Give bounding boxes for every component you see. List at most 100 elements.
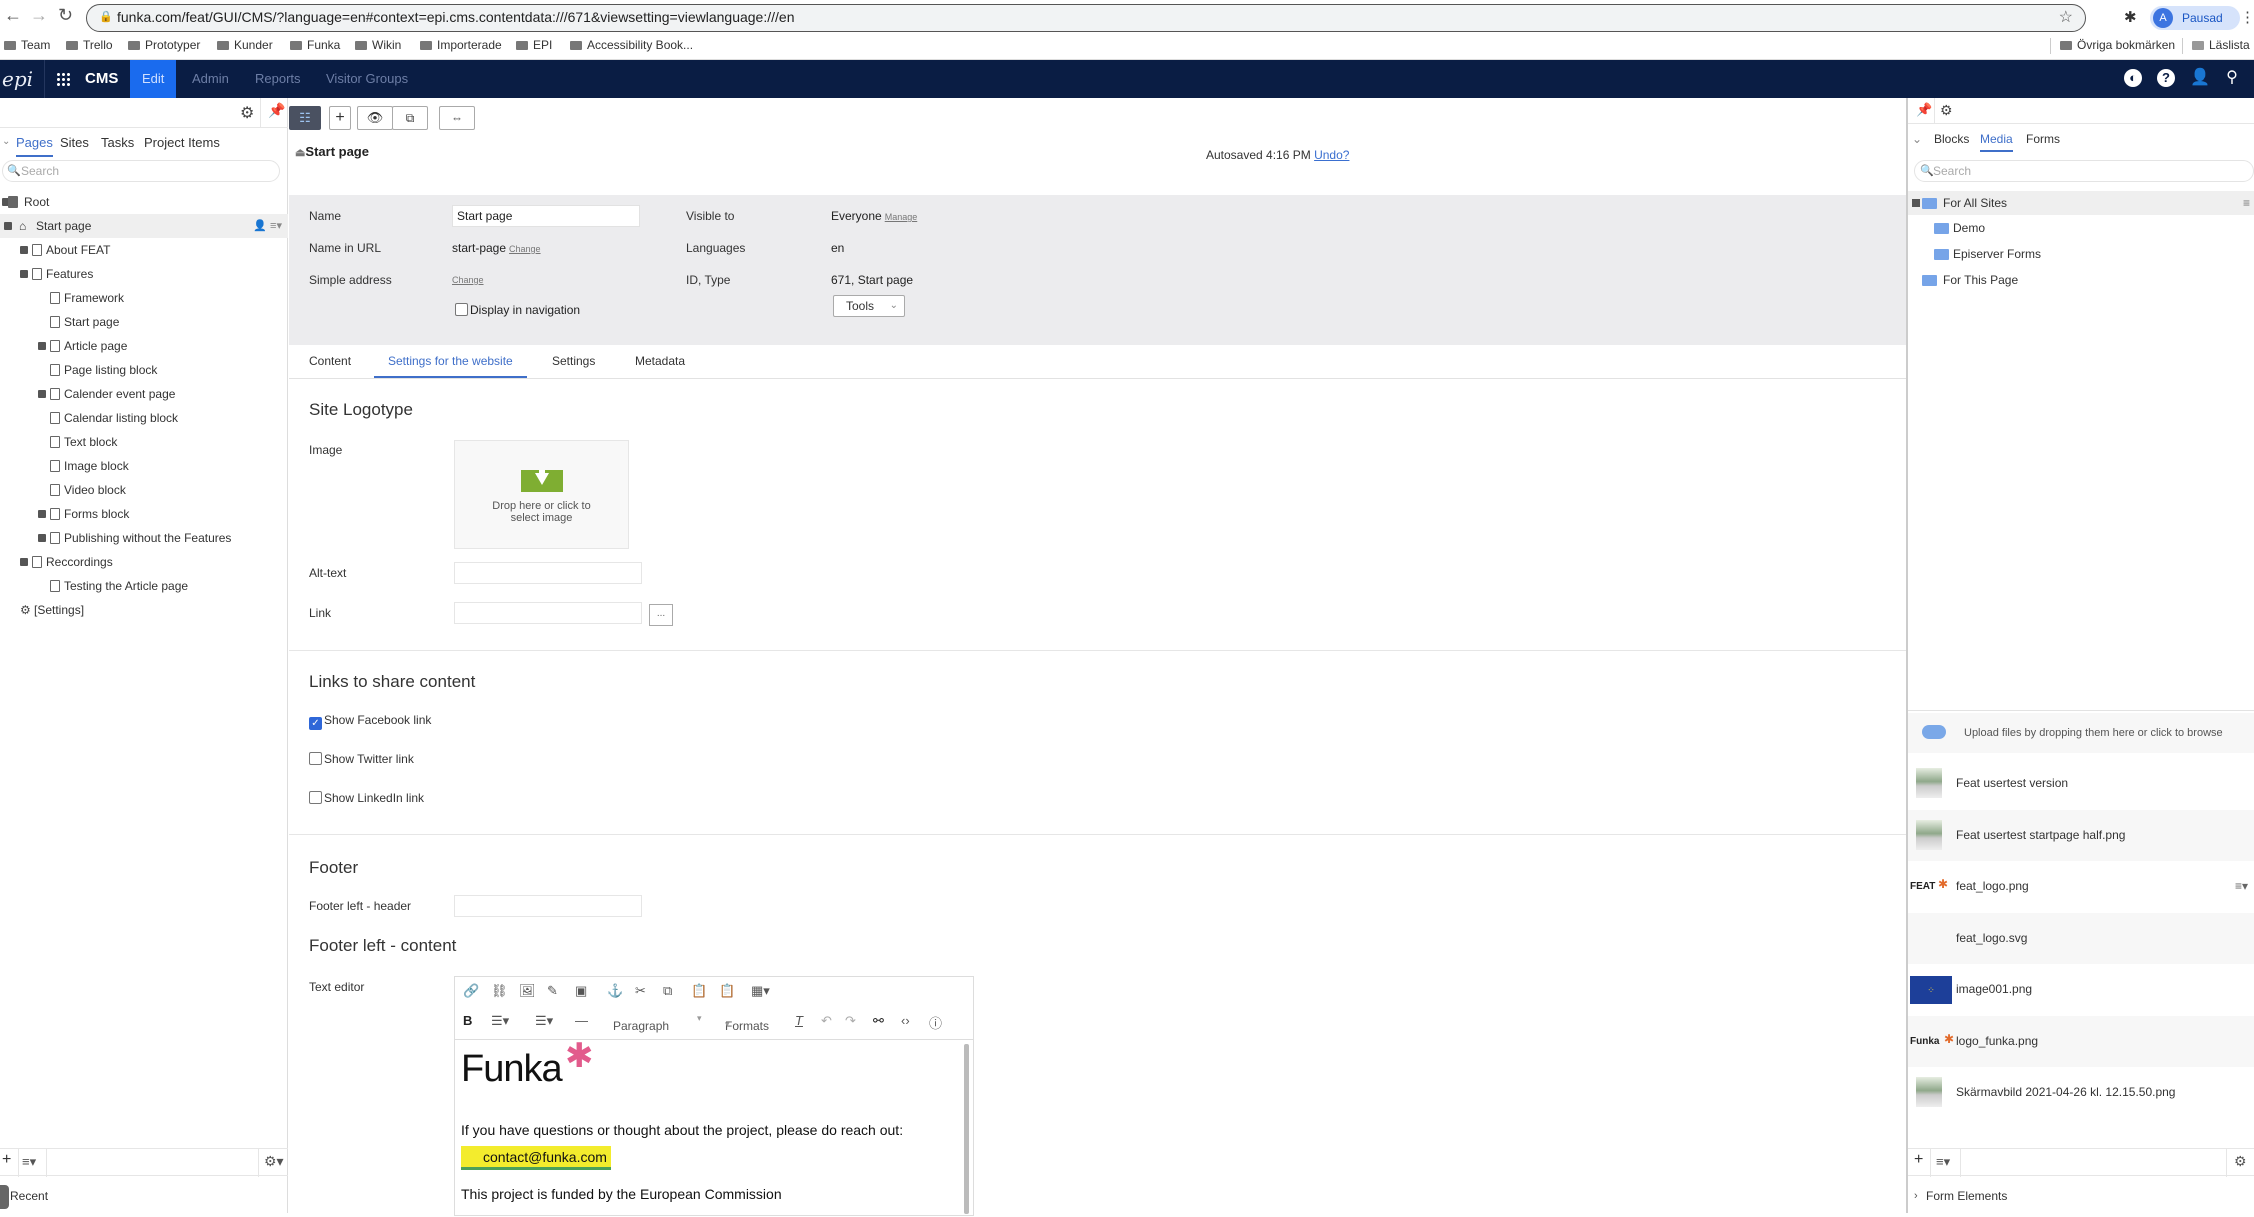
media-item[interactable]: Skärmavbild 2021-04-26 kl. 12.15.50.png	[1908, 1067, 2254, 1118]
extensions-icon[interactable]: ✱	[2124, 8, 2137, 26]
twitter-link-option[interactable]: Show Twitter link	[309, 752, 414, 766]
paste-icon[interactable]: 📋	[691, 983, 707, 999]
back-icon[interactable]: ←	[4, 5, 22, 26]
expand-collapse-icon[interactable]	[38, 510, 46, 518]
tab-project-items[interactable]: Project Items	[144, 135, 220, 150]
change-url-link[interactable]: Change	[509, 244, 541, 254]
bookmark-accessibility[interactable]: Accessibility Book...	[570, 38, 693, 52]
expand-collapse-icon[interactable]	[38, 390, 46, 398]
gear-icon[interactable]: ⚙	[240, 103, 254, 123]
checkbox[interactable]	[309, 791, 322, 804]
gear-icon[interactable]: ⚙▾	[264, 1153, 284, 1170]
search-icon[interactable]: ⚲	[2223, 69, 2241, 87]
expand-collapse-icon[interactable]	[4, 222, 12, 230]
pin-icon[interactable]: 📌	[1916, 102, 1932, 118]
epi-logo[interactable]: epi	[2, 67, 33, 91]
tools-dropdown[interactable]: Tools ⌄	[833, 295, 905, 317]
user-icon[interactable]: 👤	[2190, 69, 2210, 87]
app-grid-icon[interactable]	[56, 72, 70, 86]
view-settings-button[interactable]: ⧉	[392, 106, 428, 130]
image-drop-zone[interactable]: Drop here or click to select image	[454, 440, 629, 549]
clear-formatting-icon[interactable]: T	[795, 1013, 803, 1028]
tree-node[interactable]: Article page	[0, 334, 288, 358]
tab-tasks[interactable]: Tasks	[101, 135, 134, 150]
list-menu-icon[interactable]: ≡▾	[1936, 1154, 1950, 1170]
tree-node[interactable]: Root	[0, 190, 288, 214]
tree-node[interactable]: Start page	[0, 310, 288, 334]
folder-for-all-sites[interactable]: For All Sites ≡	[1908, 191, 2254, 215]
manage-link[interactable]: Manage	[885, 212, 918, 222]
editor-scrollbar[interactable]	[964, 1044, 969, 1214]
anchor-icon[interactable]: ⚓	[607, 983, 623, 999]
nav-tab-edit[interactable]: Edit	[130, 60, 177, 98]
horizontal-rule-icon[interactable]: —	[575, 1013, 588, 1028]
context-menu-icon[interactable]: ≡▾	[2235, 861, 2248, 912]
help-icon[interactable]: ⓘ	[929, 1013, 942, 1032]
rich-text-editor[interactable]: 🔗 ⛓ 🖼 ✎ ▣ ⚓ ✂ ⧉ 📋 📋 ▦▾ B ☰▾ ☰▾ — Paragra…	[454, 976, 974, 1216]
expand-collapse-icon[interactable]	[38, 342, 46, 350]
tree-node[interactable]: Testing the Article page	[0, 574, 288, 598]
bookmark-team[interactable]: Team	[4, 38, 50, 52]
tree-node[interactable]: ⌂ Start page 👤 ≡▾	[0, 214, 288, 238]
unlink-icon[interactable]: ⛓	[491, 983, 508, 999]
media-item[interactable]: Feat usertest version	[1908, 758, 2254, 809]
change-simple-address-link[interactable]: Change	[452, 275, 484, 285]
tree-node[interactable]: Framework	[0, 286, 288, 310]
chevron-down-icon[interactable]: ⌄	[2, 136, 10, 147]
nav-tab-reports[interactable]: Reports	[243, 60, 313, 98]
help-icon[interactable]: ?	[2157, 69, 2175, 87]
media-item[interactable]: Feat usertest startpage half.png	[1908, 809, 2254, 861]
link-icon[interactable]: 🔗	[463, 983, 479, 999]
node-context-menu-icon[interactable]: 👤 ≡▾	[253, 214, 282, 238]
tree-node[interactable]: ⚙ [Settings]	[0, 598, 288, 622]
media-item[interactable]: ✱ FEAT feat_logo.png ≡▾	[1908, 861, 2254, 912]
tab-settings-for-the-website[interactable]: Settings for the website	[374, 354, 527, 378]
media-item[interactable]: ✱ Funka logo_funka.png	[1908, 1015, 2254, 1067]
tree-node[interactable]: Image block	[0, 454, 288, 478]
tree-node[interactable]: Features	[0, 262, 288, 286]
tree-node[interactable]: Calendar listing block	[0, 406, 288, 430]
add-icon[interactable]: +	[1914, 1151, 1923, 1169]
tab-settings[interactable]: Settings	[552, 354, 595, 368]
browse-link-button[interactable]: ...	[649, 604, 673, 626]
linkedin-link-option[interactable]: Show LinkedIn link	[309, 791, 424, 805]
tab-content[interactable]: Content	[309, 354, 351, 368]
address-bar[interactable]: 🔒 funka.com/feat/GUI/CMS/?language=en#co…	[86, 4, 2086, 32]
folder-episerver-forms[interactable]: Episerver Forms	[1908, 242, 2254, 266]
bookmark-epi[interactable]: EPI	[516, 38, 552, 52]
display-in-navigation-checkbox[interactable]	[455, 303, 468, 316]
editor-content[interactable]: Funka ✱ If you have questions or thought …	[455, 1037, 973, 1217]
tab-blocks[interactable]: Blocks	[1934, 132, 1969, 146]
insert-media-icon[interactable]: ▣	[575, 983, 587, 999]
cut-icon[interactable]: ✂	[635, 983, 646, 999]
upload-drop-zone[interactable]: Upload files by dropping them here or cl…	[1908, 713, 2254, 753]
preview-eye-icon[interactable]: 👁	[357, 106, 393, 130]
bookmark-kunder[interactable]: Kunder	[217, 38, 273, 52]
media-item[interactable]: feat_logo.svg	[1908, 912, 2254, 964]
alt-text-input[interactable]	[454, 562, 642, 584]
insert-image-icon[interactable]: 🖼	[519, 983, 536, 999]
bullet-list-icon[interactable]: ☰▾	[491, 1013, 509, 1029]
edit-image-icon[interactable]: ✎	[547, 983, 558, 999]
bookmark-funka[interactable]: Funka	[290, 38, 340, 52]
tree-node[interactable]: Page listing block	[0, 358, 288, 382]
bookmark-trello[interactable]: Trello	[66, 38, 113, 52]
copy-icon[interactable]: ⧉	[663, 983, 672, 999]
expand-collapse-icon[interactable]	[38, 534, 46, 542]
bookmark-wikin[interactable]: Wikin	[355, 38, 401, 52]
checkbox-checked[interactable]: ✓	[309, 717, 322, 730]
list-menu-icon[interactable]: ≡▾	[22, 1154, 36, 1170]
add-icon[interactable]: +	[2, 1151, 11, 1169]
form-elements-section[interactable]: › Form Elements	[1908, 1183, 2254, 1209]
display-in-navigation[interactable]: Display in navigation	[455, 303, 580, 317]
bookmark-star-icon[interactable]: ☆	[2059, 5, 2073, 30]
bookmark-prototyper[interactable]: Prototyper	[128, 38, 200, 52]
email-link[interactable]: contact@funka.com	[461, 1146, 611, 1170]
globe-icon[interactable]: ◐	[2124, 69, 2142, 87]
facebook-link-option[interactable]: ✓ Show Facebook link	[309, 713, 431, 730]
link-input[interactable]	[454, 602, 642, 624]
name-input[interactable]: Start page	[452, 205, 640, 227]
compare-button[interactable]: ⇔	[439, 106, 475, 130]
tree-node[interactable]: Forms block	[0, 502, 288, 526]
expand-collapse-icon[interactable]	[20, 246, 28, 254]
